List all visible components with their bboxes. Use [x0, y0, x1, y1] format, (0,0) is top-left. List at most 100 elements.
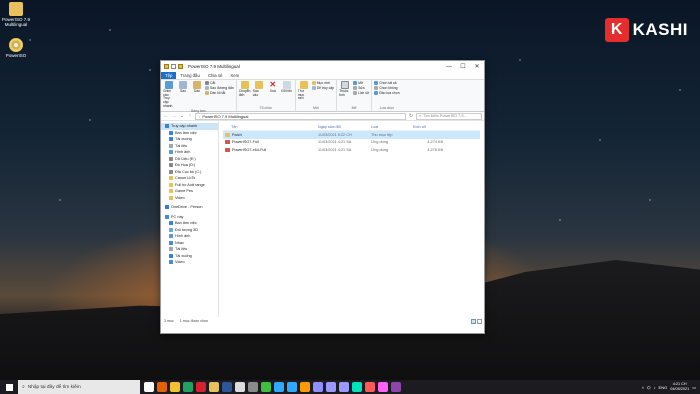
copy-button[interactable]: Sao	[177, 81, 189, 109]
close-button[interactable]: ✕	[470, 61, 484, 72]
properties-quick-icon[interactable]	[171, 64, 176, 69]
up-arrow-icon[interactable]: ↑	[187, 113, 193, 119]
tab-view[interactable]: Xem	[226, 72, 243, 79]
capcut-icon[interactable]	[235, 382, 245, 392]
column-type[interactable]: Loại	[371, 125, 413, 129]
notification-icon[interactable]: ▭	[692, 385, 696, 390]
audition-icon[interactable]	[352, 382, 362, 392]
rename-button[interactable]: Đổi tên	[281, 81, 293, 106]
minimize-button[interactable]: —	[442, 61, 456, 72]
invert-selection-button[interactable]: Đảo lựa chọn	[374, 91, 400, 95]
file-list: Tên Ngày sửa đổi Loại Kích cỡ Patch 11/03…	[219, 121, 484, 317]
lightroom-icon[interactable]	[287, 382, 297, 392]
file-row[interactable]: Patch 11/03/2021 5:22 CH Thư mục tệp	[223, 131, 480, 139]
network-icon[interactable]: ⌬	[647, 385, 651, 390]
new-folder-quick-icon[interactable]	[178, 64, 183, 69]
nav-item-icon	[169, 221, 173, 226]
file-row[interactable]: PowerISO7-Full 11/03/2021 4:21 SA Ứng dụng…	[223, 139, 480, 147]
column-name[interactable]: Tên	[223, 125, 318, 129]
new-folder-button[interactable]: Thư mục mới	[298, 81, 310, 106]
desktop-icon-poweriso-folder[interactable]: PowerISO 7.9 Multilingual	[2, 2, 30, 28]
edit-button[interactable]: Sửa	[353, 86, 369, 90]
refresh-icon[interactable]: ↻	[408, 113, 414, 119]
cut-button[interactable]: Cắt	[205, 81, 234, 85]
easy-access-button[interactable]: Dễ truy cập	[311, 86, 334, 90]
premiere-icon[interactable]	[326, 382, 336, 392]
firefox-icon[interactable]	[157, 382, 167, 392]
properties-button[interactable]: Thuộc tính	[339, 81, 351, 106]
nav-item-icon	[165, 205, 169, 210]
chrome-icon[interactable]	[170, 382, 180, 392]
nav-item-label: Video	[175, 260, 185, 265]
media-encoder-icon[interactable]	[313, 382, 323, 392]
file-size: 4.278 KB	[427, 147, 443, 152]
clock-date: 04/05/2021	[670, 387, 690, 391]
column-size[interactable]: Kích cỡ	[413, 125, 443, 129]
delete-button[interactable]: ✕ Xoá	[267, 81, 279, 106]
nav-item-label: Tải xuống	[175, 137, 192, 142]
open-button[interactable]: Mở	[353, 81, 369, 85]
camtasia-icon[interactable]	[261, 382, 271, 392]
address-path[interactable]: › PowerISO 7.9 Multilingual	[195, 112, 406, 120]
start-button[interactable]	[0, 380, 18, 394]
search-input[interactable]: ⌕ Tìm kiếm PowerISO 7.9...	[416, 112, 482, 120]
column-date[interactable]: Ngày sửa đổi	[318, 125, 371, 129]
purple-app-icon[interactable]	[391, 382, 401, 392]
opera-icon[interactable]	[196, 382, 206, 392]
word-icon[interactable]	[222, 382, 232, 392]
nav-item-label: Tài liệu	[175, 247, 188, 252]
desktop-icon-poweriso[interactable]: PowerISO	[2, 38, 30, 58]
paste-icon	[193, 81, 201, 89]
illustrator-icon[interactable]	[300, 382, 310, 392]
tab-file[interactable]: Tệp	[161, 72, 177, 79]
clock[interactable]: 4:21 CH 04/05/2021	[670, 382, 689, 391]
nav-item-icon	[169, 130, 173, 135]
copy-to-button[interactable]: Sao vào	[253, 81, 265, 106]
file-explorer-icon[interactable]	[209, 382, 219, 392]
game-icon[interactable]	[248, 382, 258, 392]
edge-icon[interactable]	[183, 382, 193, 392]
nav-item-label: Video	[175, 195, 185, 200]
copy-path-button[interactable]: Sao đường dẫn	[205, 86, 234, 90]
nav-item-label: Đồ Họa (D:)	[175, 163, 196, 168]
title-bar: PowerISO 7.9 Multilingual — ☐ ✕	[161, 61, 484, 72]
volume-icon[interactable]: ♪	[654, 385, 656, 390]
nav-item-label: Tải xuống	[175, 253, 192, 258]
task-view-icon[interactable]	[144, 382, 154, 392]
back-arrow-icon[interactable]: ←	[163, 113, 169, 119]
file-row[interactable]: PowerISO7-x64-Full 11/03/2021 4:21 SA Ứng …	[223, 146, 480, 154]
details-view-icon[interactable]	[471, 318, 476, 324]
language-indicator[interactable]: ENG	[659, 385, 668, 390]
chevron-up-icon[interactable]: ˄	[642, 385, 644, 390]
taskbar-search[interactable]: ⌕ Nhập tại đây để tìm kiếm	[18, 380, 140, 394]
ribbon: Ghim vào Truy cập nhanh Sao Dán Cắt Sao …	[161, 80, 484, 113]
ribbon-tabs: Tệp Trang đầu Chia sẻ Xem	[161, 72, 484, 80]
maximize-button[interactable]: ☐	[456, 61, 470, 72]
photoshop-icon[interactable]	[274, 382, 284, 392]
new-item-button[interactable]: Mục mới	[311, 81, 334, 85]
animate-icon[interactable]	[365, 382, 375, 392]
nav-item[interactable]: Video	[161, 259, 218, 266]
search-icon: ⌕	[419, 114, 422, 118]
open-icon	[353, 81, 358, 85]
kashi-logo-mark: K	[604, 18, 629, 42]
copy-icon	[179, 81, 187, 89]
paste-shortcut-button[interactable]: Dán lối tắt	[205, 91, 234, 95]
copy-path-icon	[205, 86, 209, 90]
tab-share[interactable]: Chia sẻ	[204, 72, 227, 79]
move-to-button[interactable]: Chuyển đến	[239, 81, 251, 106]
nav-item-label: Bàn làm việc	[175, 130, 197, 135]
tab-home[interactable]: Trang đầu	[176, 72, 203, 79]
pin-quick-access-button[interactable]: Ghim vào Truy cập nhanh	[163, 81, 175, 109]
forward-arrow-icon[interactable]: →	[171, 113, 177, 119]
xd-icon[interactable]	[378, 382, 388, 392]
select-none-button[interactable]: Chọn không	[374, 86, 399, 90]
cut-icon	[205, 81, 209, 85]
chevron-down-icon[interactable]: ⌄	[179, 113, 185, 119]
nav-item-icon	[169, 150, 173, 155]
after-effects-icon[interactable]	[339, 382, 349, 392]
select-all-button[interactable]: Chọn tất cả	[374, 81, 399, 85]
paste-button[interactable]: Dán	[191, 81, 203, 109]
history-button[interactable]: Lịch sử	[353, 91, 369, 95]
large-icons-view-icon[interactable]	[477, 318, 482, 324]
